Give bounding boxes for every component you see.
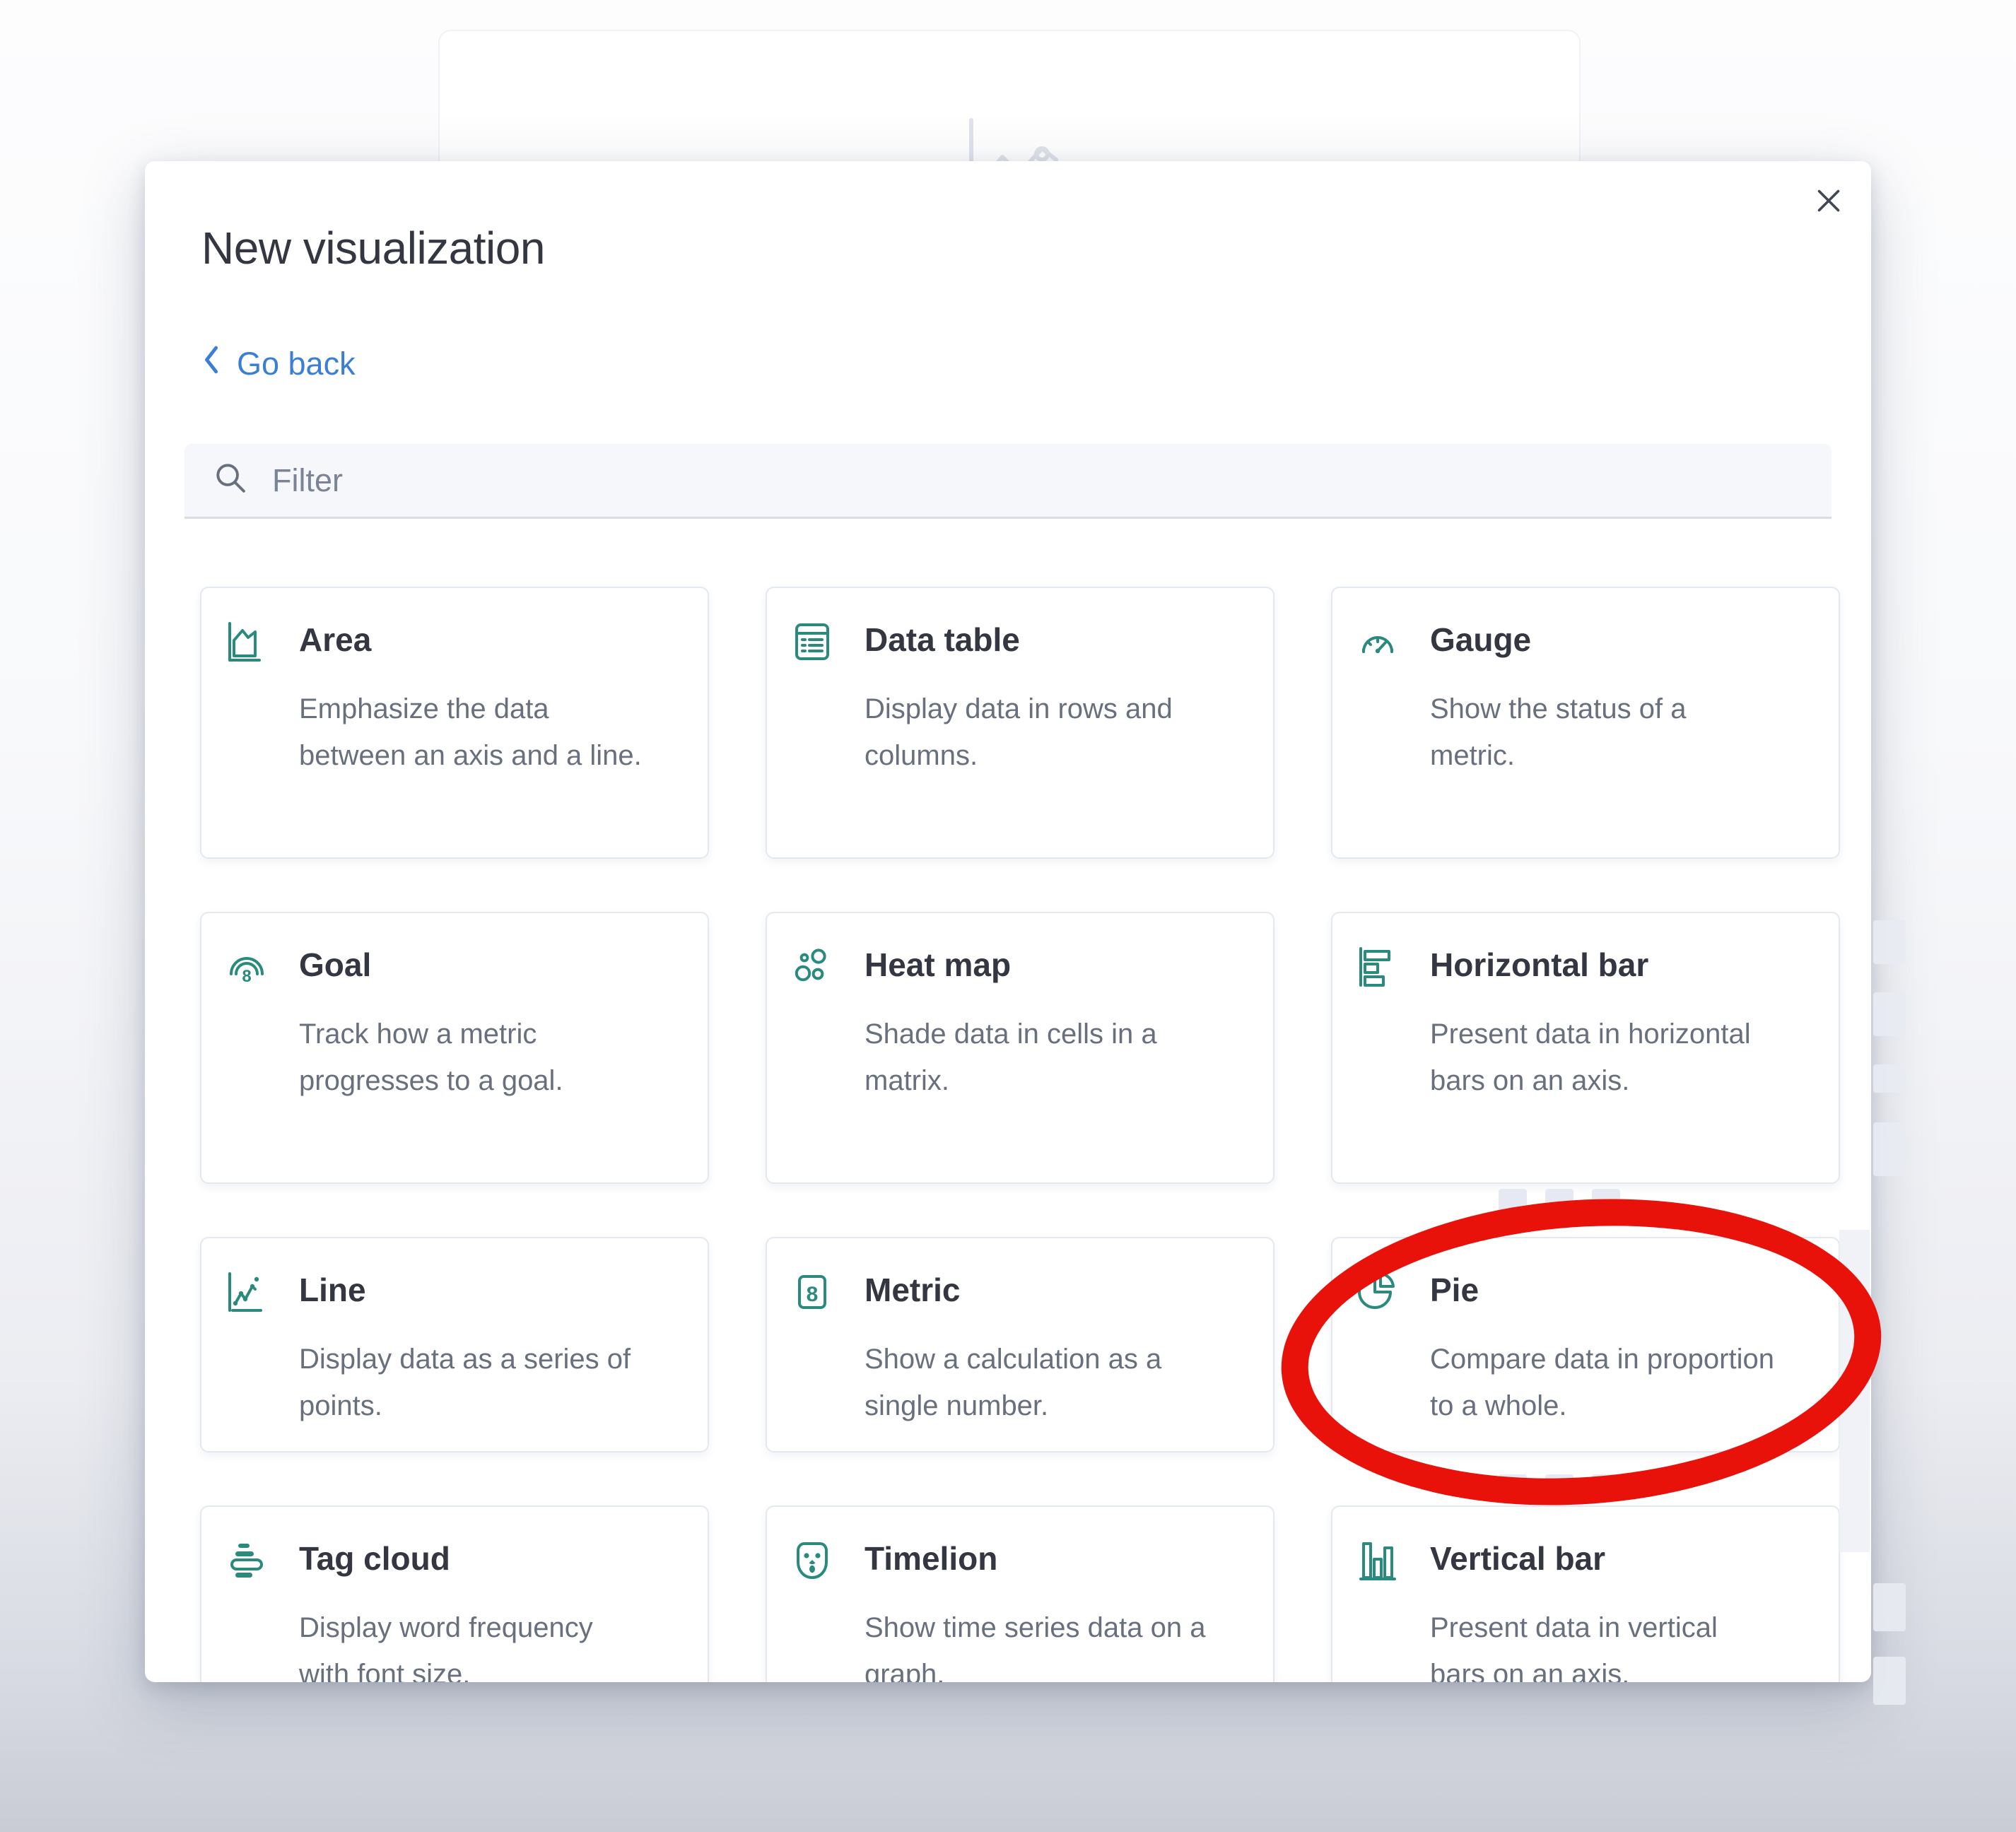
viz-card-pie[interactable]: Pie Compare data in proportion to a whol… (1331, 1237, 1840, 1452)
pie-chart-icon (1355, 1269, 1400, 1315)
viz-card-heat-map[interactable]: Heat map Shade data in cells in a matrix… (766, 912, 1274, 1184)
heat-map-icon (790, 944, 835, 990)
card-description: Show a calculation as a single number. (865, 1336, 1211, 1429)
card-description: Present data in vertical bars on an axis… (1430, 1604, 1776, 1682)
new-visualization-modal: New visualization Go back Area Emphasize… (145, 161, 1871, 1682)
search-icon (213, 460, 250, 500)
tag-cloud-icon (224, 1538, 269, 1583)
viz-card-data-table[interactable]: Data table Display data in rows and colu… (766, 587, 1274, 859)
gauge-icon (1355, 619, 1400, 664)
viz-card-area[interactable]: Area Emphasize the data between an axis … (200, 587, 709, 859)
card-title: Heat map (865, 946, 1211, 984)
chevron-left-icon (201, 344, 223, 384)
watermark-bar (1545, 1474, 1573, 1500)
filter-bar (184, 444, 1832, 519)
card-title: Data table (865, 621, 1211, 659)
watermark-panel (1839, 1230, 1870, 1552)
modal-title: New visualization (201, 222, 545, 274)
card-description: Shade data in cells in a matrix. (865, 1011, 1211, 1104)
card-description: Present data in horizontal bars on an ax… (1430, 1011, 1776, 1104)
card-description: Display data as a series of points. (299, 1336, 645, 1429)
horizontal-bar-icon (1355, 944, 1400, 990)
viz-card-vertical-bar[interactable]: Vertical bar Present data in vertical ba… (1331, 1505, 1840, 1682)
card-title: Goal (299, 946, 645, 984)
watermark-dash (1873, 1583, 1906, 1631)
card-description: Compare data in proportion to a whole. (1430, 1336, 1776, 1429)
card-description: Show time series data on a graph. (865, 1604, 1211, 1682)
card-description: Track how a metric progresses to a goal. (299, 1011, 645, 1104)
watermark-dash (1873, 1657, 1906, 1705)
card-description: Display data in rows and columns. (865, 686, 1211, 779)
card-title: Line (299, 1271, 645, 1309)
card-description: Show the status of a metric. (1430, 686, 1776, 779)
watermark-bar (1545, 1189, 1573, 1214)
card-title: Pie (1430, 1271, 1776, 1309)
card-title: Horizontal bar (1430, 946, 1776, 984)
viz-card-tag-cloud[interactable]: Tag cloud Display word frequency with fo… (200, 1505, 709, 1682)
viz-card-gauge[interactable]: Gauge Show the status of a metric. (1331, 587, 1840, 859)
viz-card-metric[interactable]: 8 Metric Show a calculation as a single … (766, 1237, 1274, 1452)
watermark-dash (1873, 1122, 1906, 1176)
viz-card-timelion[interactable]: Timelion Show time series data on a grap… (766, 1505, 1274, 1682)
area-chart-icon (224, 619, 269, 664)
watermark-bar (1592, 1474, 1620, 1500)
vertical-bar-icon (1355, 1538, 1400, 1583)
watermark-bar (1499, 1189, 1527, 1214)
card-description: Emphasize the data between an axis and a… (299, 686, 645, 779)
goal-icon: 8 (224, 944, 269, 990)
card-title: Area (299, 621, 645, 659)
visualization-type-grid: Area Emphasize the data between an axis … (200, 587, 1840, 1682)
line-chart-icon (224, 1269, 269, 1315)
viz-card-line[interactable]: Line Display data as a series of points. (200, 1237, 709, 1452)
card-title: Gauge (1430, 621, 1776, 659)
close-button[interactable] (1807, 180, 1850, 222)
close-icon (1812, 209, 1846, 220)
go-back-label: Go back (237, 346, 356, 382)
card-title: Timelion (865, 1539, 1211, 1578)
svg-text:8: 8 (242, 967, 251, 986)
svg-text:8: 8 (807, 1283, 819, 1306)
go-back-link[interactable]: Go back (201, 344, 356, 384)
card-description: Display word frequency with font size. (299, 1604, 645, 1682)
card-title: Vertical bar (1430, 1539, 1776, 1578)
watermark-dash (1873, 1064, 1906, 1093)
watermark-bar (1499, 1474, 1527, 1500)
card-title: Tag cloud (299, 1539, 645, 1578)
viz-card-goal[interactable]: 8 Goal Track how a metric progresses to … (200, 912, 709, 1184)
data-table-icon (790, 619, 835, 664)
filter-input[interactable] (271, 462, 1832, 500)
timelion-icon (790, 1538, 835, 1583)
metric-icon: 8 (790, 1269, 835, 1315)
watermark-dash (1873, 992, 1906, 1036)
watermark-bar (1592, 1189, 1620, 1214)
card-title: Metric (865, 1271, 1211, 1309)
viz-card-horizontal-bar[interactable]: Horizontal bar Present data in horizonta… (1331, 912, 1840, 1184)
watermark-dash (1873, 920, 1906, 964)
